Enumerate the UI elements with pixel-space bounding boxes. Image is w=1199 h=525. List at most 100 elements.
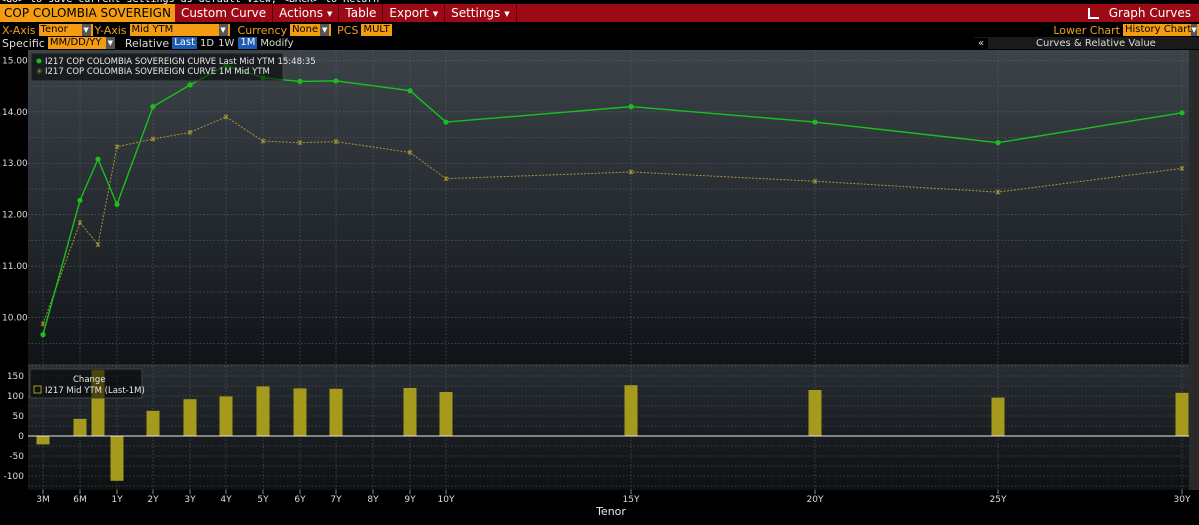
x-tick-label: 1Y [111,495,123,505]
x-tick-label: 25Y [990,495,1007,505]
legend-last-label: I217 COP COLOMBIA SOVEREIGN CURVE Last M… [45,57,316,67]
series-last-point [1179,110,1185,116]
x-tick-label: 9Y [404,495,416,505]
series-last-point [187,82,193,88]
lower-plot-area [28,366,1189,490]
relative-1m-button[interactable]: 1M [238,37,258,49]
y-tick-label: -100 [4,472,25,482]
x-tick-label: 6Y [294,495,306,505]
lower-chart-label: Lower Chart [1053,23,1120,37]
export-menu[interactable]: Export ▼ [383,4,446,22]
change-bar [110,436,124,481]
change-bar [1175,392,1189,436]
series-last-point [333,78,339,84]
x-tick-label: 2Y [147,495,159,505]
caret-down-icon: ▼ [326,9,333,18]
graph-curves-label: Graph Curves [1108,6,1191,20]
calendar-dropdown-icon[interactable]: ▼ [105,37,115,49]
change-bar [991,397,1005,436]
relative-last-button[interactable]: Last [172,37,198,49]
upper-legend: I217 COP COLOMBIA SOVEREIGN CURVE Last M… [30,52,316,82]
dropdown-arrow-icon: ▼ [320,24,330,36]
legend-1m-marker: ✳ [36,67,43,76]
change-bar [293,388,307,436]
y-tick-label: 13.00 [2,159,28,169]
series-last-point [812,119,818,125]
series-last-point [628,104,634,110]
y-tick-label: 15.00 [2,56,28,66]
settings-menu[interactable]: Settings ▼ [445,4,517,22]
export-label: Export [389,6,429,20]
y-tick-label: 0 [18,432,24,442]
series-last-point [995,140,1001,146]
series-last-point [443,119,449,125]
menu-bar: COP COLOMBIA SOVEREIGN Custom Curve Acti… [0,4,1199,22]
relative-1d-button[interactable]: 1D [200,38,214,49]
change-bar [439,392,453,436]
change-bar [36,436,50,445]
y-axis-select[interactable]: Mid YTM ▼ [129,24,230,36]
x-tick-label: 7Y [330,495,342,505]
change-bar [256,386,270,436]
x-axis-select[interactable]: Tenor ▼ [38,24,93,36]
dropdown-arrow-icon: ▼ [81,24,91,36]
x-axis-label: X-Axis [2,23,36,37]
y-tick-label: 50 [13,412,25,422]
actions-label: Actions [279,6,323,20]
series-last-point [40,332,46,338]
relative-label: Relative [124,36,170,50]
right-scrollbar[interactable] [1189,50,1199,490]
specific-date-input[interactable]: MM/DD/YY [47,37,106,49]
x-tick-label: 3M [36,495,50,505]
x-tick-label: 8Y [367,495,379,505]
axis-controls: X-Axis Tenor ▼ Y-Axis Mid YTM ▼ Currency N… [0,23,1199,37]
lower-chart-value: History Chart [1125,24,1192,35]
actions-menu[interactable]: Actions ▼ [273,4,340,22]
specific-label: Specific [2,36,45,50]
external-link-icon [1087,7,1099,19]
y-tick-label: 12.00 [2,211,28,221]
lower-y-axis: -100 -50 0 50 100 150 [4,372,25,482]
currency-select[interactable]: None ▼ [290,24,332,36]
modify-button[interactable]: Modify [260,38,293,49]
dropdown-arrow-icon: ▼ [1191,24,1197,36]
collapse-panel-icon[interactable]: « [974,37,988,49]
change-bar [73,418,87,436]
table-label: Table [345,6,377,20]
graph-curves-link[interactable]: Graph Curves [1087,6,1199,20]
y-tick-label: -50 [9,452,24,462]
series-last-point [95,156,101,162]
series-last-point [77,197,83,203]
security-ticker[interactable]: COP COLOMBIA SOVEREIGN [0,4,175,22]
y-tick-label: 10.00 [2,314,28,324]
table-menu[interactable]: Table [339,4,384,22]
lower-legend: Change I217 Mid YTM (Last-1M) [29,368,145,399]
pcs-field[interactable]: MULT [361,24,392,36]
lower-chart-select[interactable]: History Chart ▼ [1123,24,1199,36]
y-axis-label: Y-Axis [94,23,127,37]
custom-curve-label: Custom Curve [180,6,267,20]
caret-down-icon: ▼ [432,9,439,18]
lower-chart-title: Change [73,375,106,385]
x-tick-label: 30Y [1174,495,1191,505]
x-tick-label: 5Y [257,495,269,505]
change-bar [329,388,343,436]
relative-1w-button[interactable]: 1W [218,38,234,49]
x-axis-value: Tenor [40,24,68,35]
curves-panel-header: « Curves & Relative Value [974,37,1199,49]
change-bar [183,399,197,436]
change-bar [146,410,160,436]
upper-plot-area [28,50,1189,364]
pcs-label: PCS [337,23,359,37]
curves-panel-title: Curves & Relative Value [1036,37,1156,49]
change-bar [624,385,638,436]
custom-curve-menu[interactable]: Custom Curve [175,4,274,22]
y-tick-label: 11.00 [2,262,28,272]
y-tick-label: 100 [7,392,24,402]
currency-label: Currency [237,23,288,37]
series-last-point [150,104,156,110]
series-last-point [407,88,413,94]
change-bar [403,388,417,436]
y-tick-label: 150 [7,372,24,382]
legend-1m-label: I217 COP COLOMBIA SOVEREIGN CURVE 1M Mid… [45,67,270,77]
